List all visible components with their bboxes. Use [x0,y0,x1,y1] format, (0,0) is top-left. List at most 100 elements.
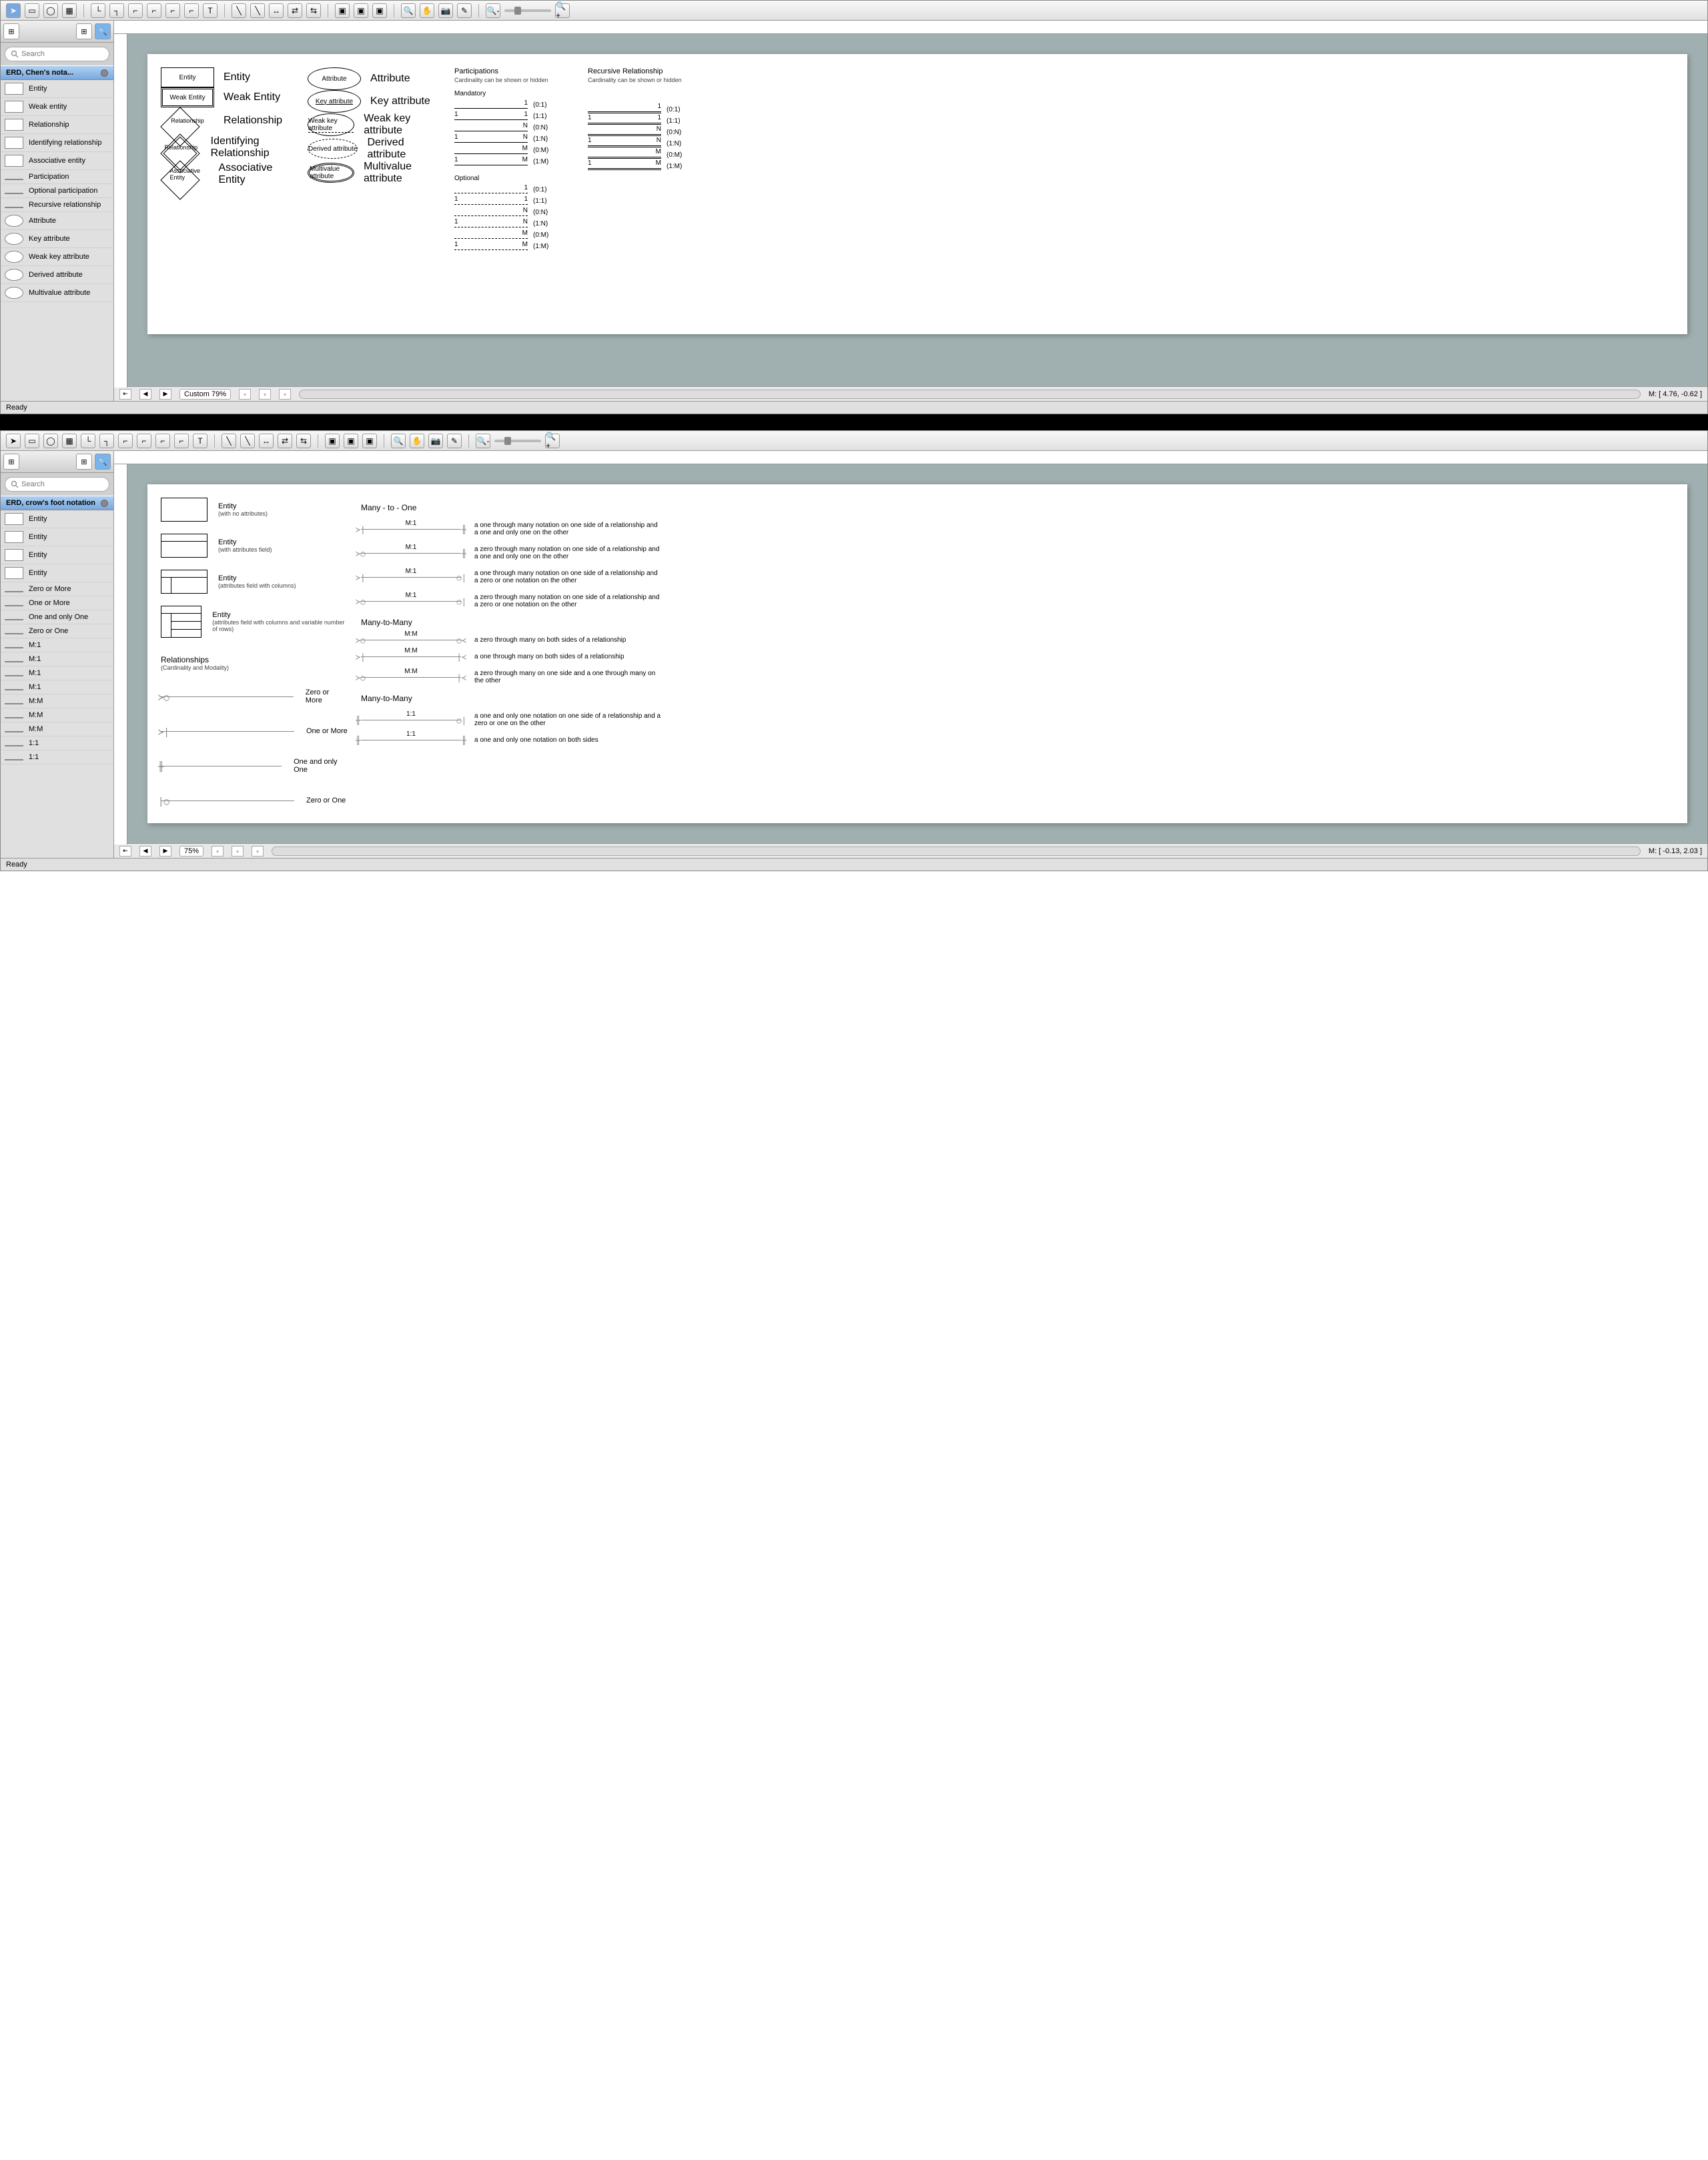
participation-line[interactable]: 1M(1:M) [588,162,708,170]
ellipse-tool[interactable]: ◯ [43,434,58,448]
prev-page-button[interactable]: ◀ [139,846,151,857]
participation-line[interactable]: N(0:N) [454,208,574,216]
entity-shape[interactable] [161,498,207,522]
group-tool-2[interactable]: ▣ [354,3,368,18]
next-page-button[interactable]: ▶ [159,846,171,857]
ellipse-tool[interactable]: ◯ [43,3,58,18]
eyedropper-tool[interactable]: ✎ [447,434,462,448]
connector-tool[interactable]: ⌐ [137,434,151,448]
participation-line[interactable]: 1(0:1) [588,105,708,113]
text-tool[interactable]: T [193,434,207,448]
entity-shape[interactable] [161,606,201,638]
erd-shape[interactable]: Weak Entity [161,87,214,107]
canvas-scroll[interactable]: EntityEntityWeak EntityWeak EntityRelati… [114,34,1707,386]
search-input[interactable] [5,477,109,492]
participation-line[interactable]: 11(1:1) [588,117,708,125]
erd-shape[interactable]: Associative Entity [161,161,209,187]
participation-line[interactable]: 1N(1:N) [454,135,574,143]
zoom-out-button[interactable]: 🔍- [476,434,490,448]
view-mode-2[interactable]: ▫ [259,389,271,400]
table-tool[interactable]: ▦ [62,3,77,18]
shape-item[interactable]: Key attribute [1,230,113,248]
first-page-button[interactable]: ⇤ [119,846,131,857]
group-tool-3[interactable]: ▣ [372,3,387,18]
pointer-tool[interactable]: ➤ [6,3,21,18]
entity-shape[interactable] [161,570,207,594]
participation-line[interactable]: 1M(1:M) [454,242,574,250]
line-tool-4[interactable]: ⇄ [288,3,302,18]
line-tool[interactable]: ⇄ [278,434,292,448]
erd-shape[interactable]: Relationship [161,107,214,134]
shape-item[interactable]: Associative entity [1,152,113,170]
shape-item[interactable]: Zero or More [1,582,113,596]
grid-tab[interactable]: ⊞ [76,454,92,470]
prev-page-button[interactable]: ◀ [139,389,151,400]
first-page-button[interactable]: ⇤ [119,389,131,400]
rect-tool[interactable]: ▭ [25,434,39,448]
participation-line[interactable]: M(0:M) [588,151,708,159]
rect-tool[interactable]: ▭ [25,3,39,18]
hand-tool[interactable]: ✋ [410,434,424,448]
erd-shape[interactable]: Multivalue attribute [308,163,354,183]
zoom-display[interactable]: 75% [179,846,203,857]
view-mode-2[interactable]: ▫ [232,846,244,857]
shape-item[interactable]: Entity [1,564,113,582]
shape-item[interactable]: M:M [1,708,113,722]
line-tool-2[interactable]: ╲ [250,3,265,18]
line-tool[interactable]: ╲ [222,434,236,448]
zoom-in-icon[interactable]: 🔍 [401,3,416,18]
participation-line[interactable]: 11(1:1) [454,197,574,205]
connector-tool[interactable]: ┐ [99,434,114,448]
tree-tab[interactable]: ⊞ [3,23,19,39]
erd-shape[interactable]: Entity [161,67,214,87]
shape-item[interactable]: Entity [1,510,113,528]
zoom-tool[interactable]: 🔍 [391,434,406,448]
shape-item[interactable]: One and only One [1,610,113,624]
horizontal-scrollbar[interactable] [299,390,1641,399]
view-mode-3[interactable]: ▫ [252,846,264,857]
shape-item[interactable]: M:1 [1,652,113,666]
shape-item[interactable]: Recursive relationship [1,198,113,212]
shape-item[interactable]: Entity [1,80,113,98]
diagram-page-2[interactable]: Entity(with no attributes)Entity(with at… [147,484,1687,823]
erd-shape[interactable]: Key attribute [308,90,361,113]
cardinality-line[interactable]: ╫One and only One [161,758,348,774]
line-tool[interactable]: ↔ [259,434,274,448]
shape-item[interactable]: M:M [1,722,113,736]
search-input[interactable] [5,47,109,61]
shape-item[interactable]: Derived attribute [1,266,113,284]
entity-shape[interactable] [161,534,207,558]
relationship-line[interactable]: ╫○|1:1a one and only one notation on one… [361,712,1674,727]
line-tool-3[interactable]: ↔ [269,3,284,18]
shape-item[interactable]: Weak entity [1,98,113,116]
connector-tool-5[interactable]: ⌐ [165,3,180,18]
zoom-slider[interactable] [504,9,551,12]
tree-tab[interactable]: ⊞ [3,454,19,470]
connector-tool-6[interactable]: ⌐ [184,3,199,18]
next-page-button[interactable]: ▶ [159,389,171,400]
zoom-in-button[interactable]: 🔍+ [545,434,560,448]
diagram-page[interactable]: EntityEntityWeak EntityWeak EntityRelati… [147,54,1687,334]
canvas-scroll[interactable]: Entity(with no attributes)Entity(with at… [114,464,1707,843]
connector-tool-2[interactable]: ┐ [109,3,124,18]
connector-tool-3[interactable]: ⌐ [128,3,143,18]
shape-item[interactable]: Weak key attribute [1,248,113,266]
line-tool[interactable]: ╲ [240,434,255,448]
zoom-in-button[interactable]: 🔍+ [555,3,570,18]
shape-item[interactable]: Entity [1,528,113,546]
relationship-line[interactable]: ≻|╫M:1a one through many notation on one… [361,522,1674,536]
relationship-line[interactable]: ≻○╫M:1a zero through many notation on on… [361,546,1674,560]
panel-collapse-icon[interactable] [101,500,108,507]
participation-line[interactable]: M(0:M) [454,231,574,239]
erd-shape[interactable]: Relationship [161,134,201,161]
shape-item[interactable]: 1:1 [1,750,113,764]
connector-tool[interactable]: ⌐ [118,434,133,448]
participation-line[interactable]: 11(1:1) [454,112,574,120]
panel-header[interactable]: ERD, Chen's nota... [1,65,113,80]
snapshot-tool[interactable]: 📷 [428,434,443,448]
shape-item[interactable]: Relationship [1,116,113,134]
grid-tab[interactable]: ⊞ [76,23,92,39]
connector-tool[interactable]: ⌐ [155,434,170,448]
zoom-slider[interactable] [494,440,541,442]
panel-collapse-icon[interactable] [101,69,108,77]
